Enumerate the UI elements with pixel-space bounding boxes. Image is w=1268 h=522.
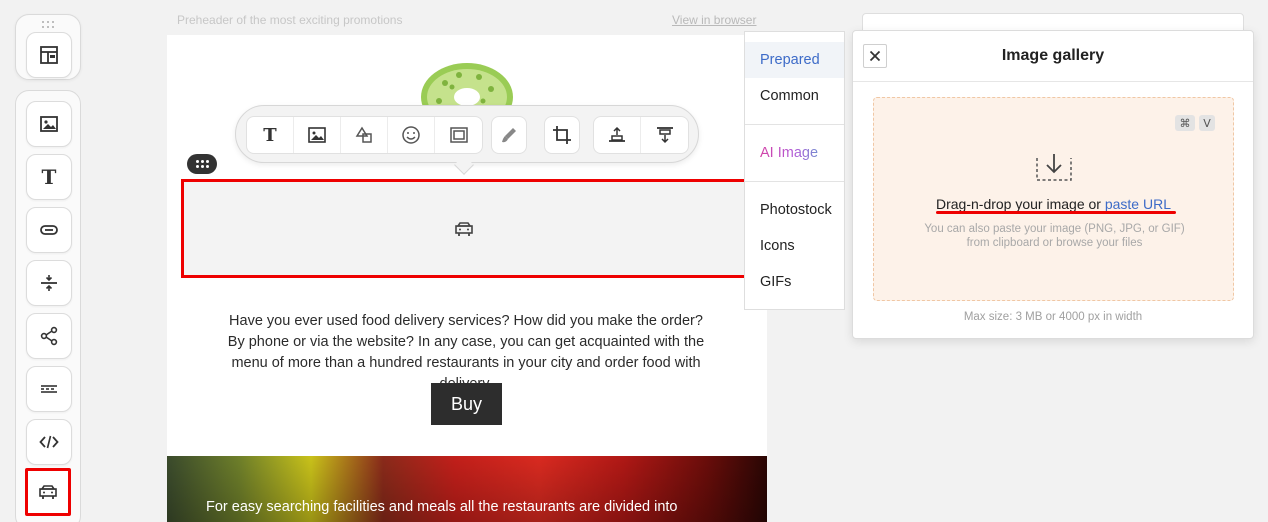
align-group xyxy=(593,116,689,154)
text-icon: T xyxy=(41,165,57,189)
gallery-header: Image gallery xyxy=(853,31,1253,82)
crop-button[interactable] xyxy=(545,117,579,153)
drop-instruction: Drag-n-drop your image or paste URL xyxy=(874,196,1233,212)
category-common[interactable]: Common xyxy=(745,78,844,114)
brush-icon xyxy=(502,128,516,143)
image-dropzone[interactable]: ⌘ V Drag-n-drop your image or paste URL … xyxy=(873,97,1234,301)
divider-block-button[interactable] xyxy=(26,366,72,412)
drop-subtext: You can also paste your image (PNG, JPG,… xyxy=(924,223,1185,249)
text-icon: T xyxy=(263,124,277,146)
shortcut-cmd-key: ⌘ xyxy=(1175,115,1195,131)
align-top-icon xyxy=(609,126,625,142)
category-gifs[interactable]: GIFs xyxy=(745,264,844,300)
crop-group xyxy=(544,116,580,154)
share-icon xyxy=(40,326,58,346)
category-prepared[interactable]: Prepared xyxy=(745,42,844,78)
emoji-icon xyxy=(402,126,420,144)
paste-url-link[interactable]: paste URL xyxy=(1105,196,1171,212)
block-drag-handle[interactable] xyxy=(187,154,217,174)
category-ai-image[interactable]: AI Image xyxy=(745,135,844,171)
buy-button[interactable]: Buy xyxy=(431,383,502,425)
category-icons[interactable]: Icons xyxy=(745,228,844,264)
button-icon xyxy=(40,225,58,235)
email-canvas: T Have you ever used food delivery servi… xyxy=(167,35,767,522)
gallery-category-list: Prepared Common AI Image Photostock Icon… xyxy=(744,31,845,310)
preheader-text: Preheader of the most exciting promotion… xyxy=(177,13,403,27)
view-in-browser-link[interactable]: View in browser xyxy=(672,13,756,27)
image-gallery-popup: Image gallery ⌘ V Drag-n-drop your image… xyxy=(852,30,1254,339)
spacer-icon xyxy=(41,275,57,291)
style-group xyxy=(491,116,527,154)
image-block-button[interactable] xyxy=(26,101,72,147)
shortcut-v-key: V xyxy=(1199,115,1215,131)
category-photostock[interactable]: Photostock xyxy=(745,192,844,228)
button-block-button[interactable] xyxy=(26,207,72,253)
divider-icon xyxy=(41,385,57,393)
brush-button[interactable] xyxy=(492,117,526,153)
insert-frame-button[interactable] xyxy=(435,117,482,153)
insert-image-button[interactable] xyxy=(294,117,341,153)
image-insert-toolbar: T xyxy=(235,105,699,175)
code-icon xyxy=(39,435,59,449)
drag-grip-icon[interactable] xyxy=(42,21,56,31)
max-size-note: Max size: 3 MB or 4000 px in width xyxy=(963,311,1143,323)
banner-icon xyxy=(39,485,57,499)
social-block-button[interactable] xyxy=(26,313,72,359)
spacer-block-button[interactable] xyxy=(26,260,72,306)
image-icon xyxy=(40,116,58,132)
insert-shape-button[interactable] xyxy=(341,117,388,153)
banner-block-button[interactable] xyxy=(25,468,71,516)
text-block-button[interactable]: T xyxy=(26,154,72,200)
banner-icon xyxy=(455,221,473,236)
align-top-button[interactable] xyxy=(594,117,641,153)
html-block-button[interactable] xyxy=(26,419,72,465)
gallery-title: Image gallery xyxy=(1001,47,1105,64)
upload-icon xyxy=(1036,154,1072,181)
structures-button[interactable] xyxy=(26,32,72,78)
highlight-underline xyxy=(936,211,1176,214)
category-divider xyxy=(745,181,844,182)
layout-icon xyxy=(40,46,58,64)
category-divider xyxy=(745,124,844,125)
insert-types-group: T xyxy=(246,116,483,154)
shapes-icon xyxy=(355,126,372,143)
crop-icon xyxy=(553,126,571,144)
align-bottom-icon xyxy=(656,127,673,144)
hero-caption: For easy searching facilities and meals … xyxy=(206,499,678,515)
image-icon xyxy=(308,127,326,143)
insert-emoji-button[interactable] xyxy=(388,117,435,153)
insert-text-button[interactable]: T xyxy=(247,117,294,153)
frame-icon xyxy=(449,127,468,143)
align-bottom-button[interactable] xyxy=(641,117,688,153)
drop-text: Drag-n-drop your image or xyxy=(935,196,1101,212)
banner-image-placeholder[interactable] xyxy=(181,179,747,278)
structure-panel xyxy=(15,14,81,80)
hero-image: For easy searching facilities and meals … xyxy=(167,456,767,522)
blocks-panel: T xyxy=(15,90,81,522)
